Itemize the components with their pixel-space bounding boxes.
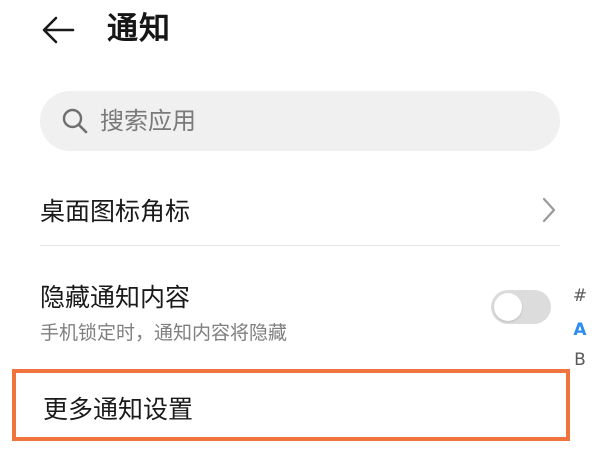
hide-notification-content-label: 隐藏通知内容 <box>40 283 191 312</box>
page-title: 通知 <box>107 11 171 47</box>
hide-notification-content-subtitle: 手机锁定时，通知内容将隐藏 <box>40 322 288 344</box>
back-arrow-icon <box>42 16 75 44</box>
chevron-right-icon <box>538 196 560 224</box>
more-notification-settings-row[interactable]: 更多通知设置 <box>12 369 570 441</box>
desktop-icon-badge-label: 桌面图标角标 <box>40 197 191 226</box>
index-item-a[interactable]: A <box>568 320 592 340</box>
search-bar[interactable] <box>40 91 560 151</box>
toggle-knob <box>494 293 522 321</box>
more-notification-settings-label: 更多通知设置 <box>43 395 194 424</box>
index-item-b[interactable]: B <box>568 350 592 370</box>
back-button[interactable] <box>36 8 80 52</box>
hide-notification-content-toggle[interactable] <box>491 290 551 324</box>
hide-notification-content-row: 隐藏通知内容 手机锁定时，通知内容将隐藏 <box>40 262 555 356</box>
index-item-hash[interactable]: # <box>568 286 592 306</box>
search-input[interactable] <box>100 107 500 135</box>
notification-settings-page: 通知 桌面图标角标 隐藏通知内容 手机锁定时，通知内容将隐藏 更多通知设置 # … <box>0 0 600 450</box>
desktop-icon-badge-row[interactable]: 桌面图标角标 <box>40 176 560 246</box>
header: 通知 <box>0 0 600 64</box>
search-icon <box>60 106 90 136</box>
